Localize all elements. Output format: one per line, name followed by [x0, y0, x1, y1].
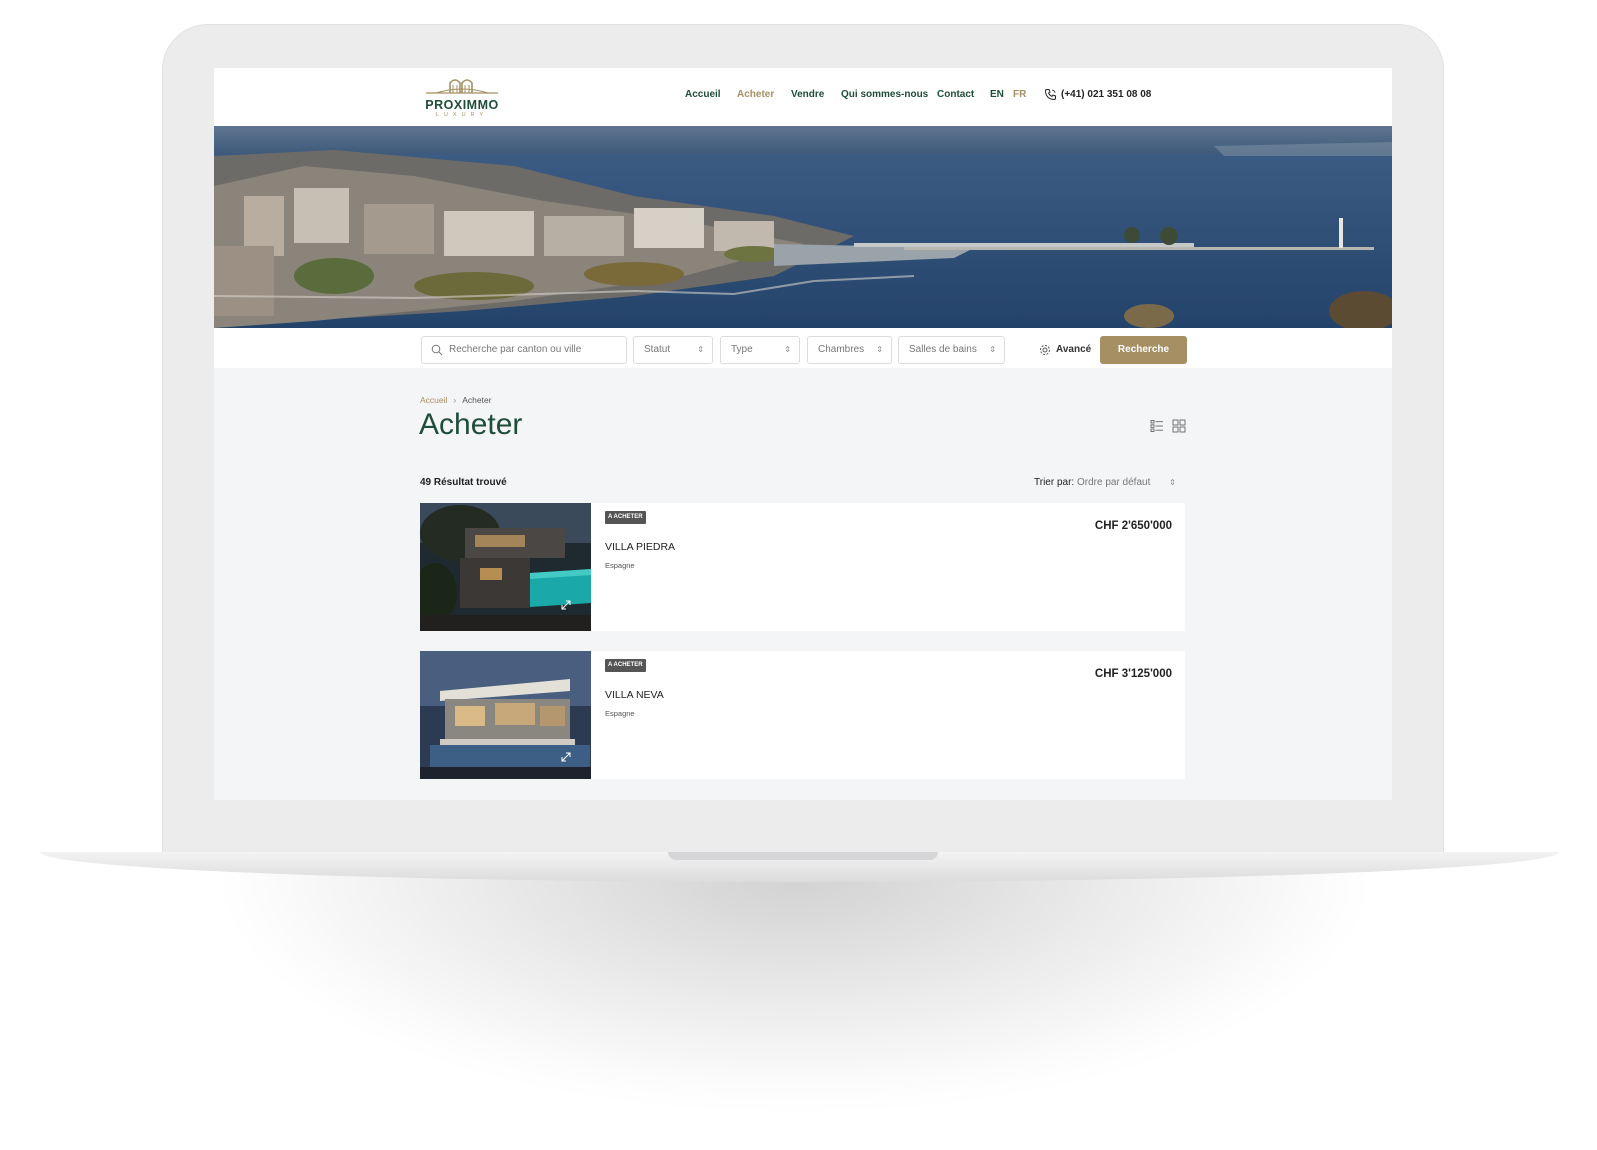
breadcrumb-current: Acheter [462, 395, 492, 405]
filter-statut-label: Statut [644, 344, 671, 355]
advanced-search-label: Avancé [1056, 344, 1092, 355]
listing-card[interactable]: A ACHETER VILLA PIEDRA Espagne CHF 2'650… [420, 503, 1185, 631]
breadcrumb-separator-icon: › [453, 395, 457, 405]
villa-neva-photo [420, 651, 591, 779]
select-chevron-icon: ⇕ [784, 345, 791, 354]
search-input[interactable]: Recherche par canton ou ville [421, 336, 627, 364]
listing-location: Espagne [605, 709, 635, 718]
nav-item-contact[interactable]: Contact [937, 89, 974, 100]
browser-viewport: PROXIMMO LUXURY Accueil Acheter Vendre Q… [214, 68, 1392, 800]
listing-photo[interactable] [420, 503, 591, 631]
search-icon [431, 344, 443, 356]
logo-house-icon [426, 79, 498, 94]
sort-select[interactable]: Trier par: Ordre par défaut ⇕ [1034, 477, 1176, 488]
select-chevron-icon: ⇕ [989, 345, 996, 354]
villa-piedra-photo [420, 503, 591, 631]
listing-price: CHF 2'650'000 [1094, 520, 1172, 532]
breadcrumb: Accueil › Acheter [420, 395, 492, 405]
nav-item-accueil[interactable]: Accueil [685, 89, 721, 100]
nav-item-acheter[interactable]: Acheter [737, 89, 774, 100]
search-placeholder: Recherche par canton ou ville [449, 344, 582, 355]
listing-location: Espagne [605, 561, 635, 570]
phone-icon [1044, 89, 1056, 101]
filter-salles-de-bains-label: Salles de bains [909, 344, 977, 355]
filter-chambres-select[interactable]: Chambres ⇕ [807, 336, 892, 364]
results-count: 49 Résultat trouvé [420, 477, 507, 488]
nav-item-vendre[interactable]: Vendre [791, 89, 824, 100]
filter-salles-de-bains-select[interactable]: Salles de bains ⇕ [898, 336, 1005, 364]
listing-name[interactable]: VILLA NEVA [605, 689, 664, 701]
listing-name[interactable]: VILLA PIEDRA [605, 541, 675, 553]
sort-label: Trier par: [1034, 477, 1075, 488]
filter-chambres-label: Chambres [818, 344, 865, 355]
lang-fr[interactable]: FR [1013, 89, 1026, 100]
listing-photo[interactable] [420, 651, 591, 779]
hero-banner [214, 126, 1392, 328]
breadcrumb-home-link[interactable]: Accueil [420, 395, 447, 405]
filter-statut-select[interactable]: Statut ⇕ [633, 336, 713, 364]
sort-value: Ordre par défaut [1076, 477, 1151, 488]
page-title: Acheter [419, 408, 523, 441]
laptop-notch [668, 852, 938, 860]
listing-price: CHF 3'125'000 [1094, 668, 1172, 680]
select-chevron-icon: ⇕ [1169, 478, 1176, 487]
status-badge: A ACHETER [605, 659, 646, 672]
lang-en[interactable]: EN [990, 89, 1004, 100]
logo-brand-text: PROXIMMO [425, 98, 499, 112]
nav-item-qui-sommes-nous[interactable]: Qui sommes-nous [841, 89, 928, 100]
filter-type-select[interactable]: Type ⇕ [720, 336, 800, 364]
phone-number[interactable]: (+41) 021 351 08 08 [1061, 89, 1151, 100]
select-chevron-icon: ⇕ [876, 345, 883, 354]
grid-view-icon[interactable] [1172, 419, 1186, 433]
list-view-icon[interactable] [1150, 419, 1164, 433]
search-bar: Recherche par canton ou ville Statut ⇕ T… [214, 328, 1392, 368]
lake-city-photo [214, 126, 1392, 328]
select-chevron-icon: ⇕ [697, 345, 704, 354]
filter-type-label: Type [731, 344, 753, 355]
status-badge: A ACHETER [605, 511, 646, 524]
laptop-shadow [230, 850, 1360, 1100]
logo-tagline: LUXURY [435, 112, 489, 118]
site-header: PROXIMMO LUXURY Accueil Acheter Vendre Q… [214, 68, 1392, 126]
listing-card[interactable]: A ACHETER VILLA NEVA Espagne CHF 3'125'0… [420, 651, 1185, 779]
gear-icon [1040, 345, 1050, 355]
site-logo[interactable]: PROXIMMO LUXURY [422, 73, 502, 121]
search-submit-button[interactable]: Recherche [1100, 336, 1187, 364]
